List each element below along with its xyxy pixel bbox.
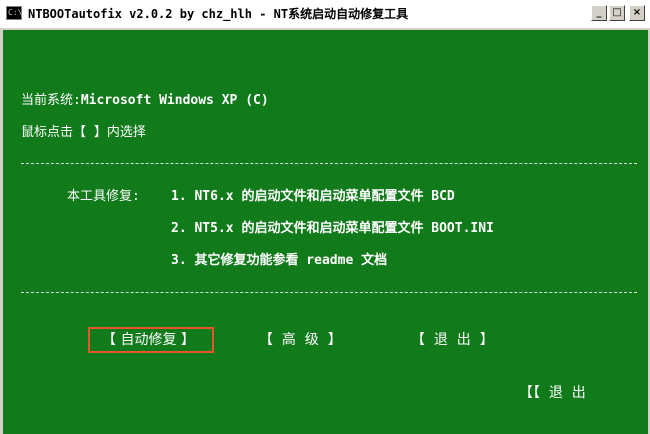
- maximize-button[interactable]: □: [609, 5, 625, 21]
- console-area[interactable]: 当前系统:Microsoft Windows XP (C) 鼠标点击【 】内选择…: [3, 30, 648, 434]
- exit-button[interactable]: 【 退 出 】: [411, 327, 494, 353]
- window-title: NTBOOTautofix v2.0.2 by chz_hlh - NT系统启动…: [28, 7, 409, 21]
- separator-top: [21, 163, 637, 164]
- console-window: C:\ NTBOOTautofix v2.0.2 by chz_hlh - NT…: [0, 0, 650, 434]
- current-system-line: 当前系统:Microsoft Windows XP (C): [21, 92, 269, 110]
- instruction-text: 鼠标点击【 】内选择: [21, 125, 146, 140]
- advanced-button[interactable]: 【 高 级 】: [259, 327, 342, 353]
- repair-heading: 本工具修复:: [67, 189, 140, 204]
- separator-bottom: [21, 292, 637, 293]
- repair-item-3: 3. 其它修复功能参看 readme 文档: [171, 253, 388, 268]
- close-button[interactable]: ×: [629, 5, 645, 21]
- current-system-label: 当前系统:: [21, 93, 81, 108]
- minimize-button[interactable]: _: [591, 5, 607, 21]
- command-prompt-icon[interactable]: C:\: [6, 6, 22, 20]
- title-bar[interactable]: C:\ NTBOOTautofix v2.0.2 by chz_hlh - NT…: [0, 0, 650, 30]
- current-system-value: Microsoft Windows XP (C): [80, 93, 269, 108]
- exit-corner-button[interactable]: 【【 退 出: [519, 380, 586, 406]
- repair-item-2: 2. NT5.x 的启动文件和启动菜单配置文件 BOOT.INI: [171, 221, 494, 236]
- repair-item-1: 1. NT6.x 的启动文件和启动菜单配置文件 BCD: [171, 189, 455, 204]
- auto-repair-button[interactable]: 【 自动修复 】: [88, 327, 214, 353]
